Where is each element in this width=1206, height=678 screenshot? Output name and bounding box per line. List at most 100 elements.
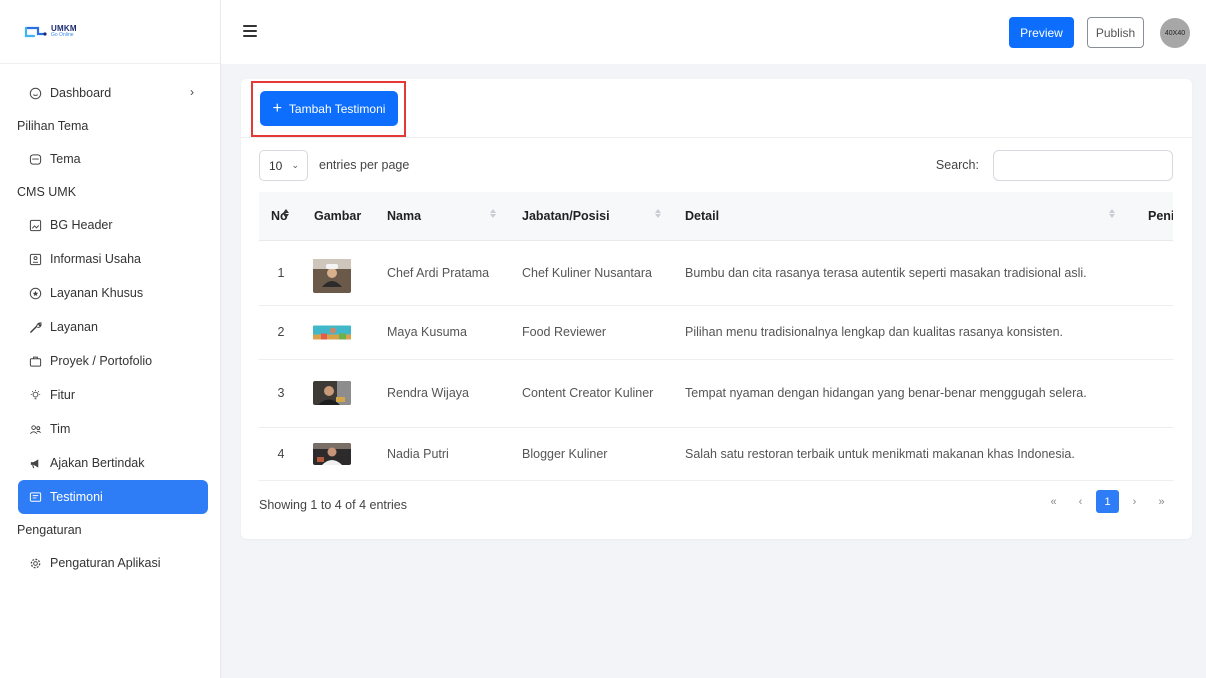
preview-button[interactable]: Preview [1009, 17, 1074, 48]
testimoni-card: + Tambah Testimoni 10 ⌄ entries per page… [241, 79, 1192, 539]
cell-no: 4 [259, 427, 303, 480]
cell-jabatan: Chef Kuliner Nusantara [510, 240, 675, 306]
table-row: 3 Rendra Wijaya Content Creator Kuliner … [259, 359, 1173, 428]
pagination-first-button[interactable]: « [1042, 490, 1065, 513]
sidebar: UMKM Go Online Dashboard › Pilihan Tema … [0, 0, 221, 678]
sidebar-item-label: BG Header [50, 218, 113, 232]
cell-nama: Nadia Putri [376, 427, 510, 480]
sidebar-item-label: Fitur [50, 388, 75, 402]
sidebar-item-tema[interactable]: Tema [18, 142, 208, 176]
testimoni-table: No Gambar Nama Jabatan/Posisi Detail Pen… [259, 192, 1173, 480]
sidebar-item-label: Layanan [50, 320, 98, 334]
pagination-prev-button[interactable]: ‹ [1069, 490, 1092, 513]
sidebar-item-label: Ajakan Bertindak [50, 456, 145, 470]
cell-jabatan: Content Creator Kuliner [510, 359, 675, 428]
sidebar-section-pengaturan: Pengaturan [17, 523, 82, 537]
logo-subtitle: Go Online [51, 32, 74, 38]
column-header-nama[interactable]: Nama [376, 192, 510, 241]
palette-icon [28, 152, 42, 166]
sort-icon [655, 209, 661, 218]
column-header-gambar: Gambar [303, 192, 376, 241]
cell-jabatan: Blogger Kuliner [510, 427, 675, 480]
star-circle-icon [28, 286, 42, 300]
logo[interactable]: UMKM Go Online [0, 0, 220, 64]
cell-detail: Tempat nyaman dengan hidangan yang benar… [675, 359, 1137, 428]
cell-penilaian [1137, 305, 1173, 360]
cell-gambar [303, 359, 376, 428]
pagination: « ‹ 1 › » [1042, 490, 1173, 513]
testimoni-table-wrap: No Gambar Nama Jabatan/Posisi Detail Pen… [259, 192, 1173, 481]
testimoni-photo [313, 325, 351, 339]
pagination-next-button[interactable]: › [1123, 490, 1146, 513]
plus-icon: + [272, 99, 282, 117]
lightbulb-icon [28, 388, 42, 402]
cell-gambar [303, 240, 376, 306]
id-card-icon [28, 252, 42, 266]
cell-penilaian [1137, 359, 1173, 428]
publish-button[interactable]: Publish [1087, 17, 1144, 48]
table-row: 4 Nadia Putri Blogger Kuliner Salah satu… [259, 427, 1173, 480]
tools-icon [28, 320, 42, 334]
table-row: 2 Maya Kusuma Food Reviewer Pilihan menu… [259, 305, 1173, 360]
pagination-page-1[interactable]: 1 [1096, 490, 1119, 513]
cell-detail: Salah satu restoran terbaik untuk menikm… [675, 427, 1137, 480]
sidebar-item-tim[interactable]: Tim [18, 412, 208, 446]
sidebar-section-cms: CMS UMK [17, 185, 77, 199]
sidebar-item-layanan[interactable]: Layanan [18, 310, 208, 344]
table-header-row: No Gambar Nama Jabatan/Posisi Detail Pen [259, 192, 1173, 241]
pagination-last-button[interactable]: » [1150, 490, 1173, 513]
sidebar-item-label: Pengaturan Aplikasi [50, 556, 161, 570]
cell-nama: Rendra Wijaya [376, 359, 510, 428]
sort-icon [1109, 209, 1115, 218]
smile-icon [28, 86, 42, 100]
sidebar-item-pengaturan-aplikasi[interactable]: Pengaturan Aplikasi [18, 546, 208, 580]
search-input[interactable] [993, 150, 1173, 181]
avatar[interactable]: 40X40 [1160, 18, 1190, 48]
table-row: 1 Chef Ardi Pratama Chef Kuliner Nusanta… [259, 240, 1173, 306]
chevron-right-icon: › [190, 85, 194, 99]
top-bar: Preview Publish 40X40 [221, 0, 1206, 64]
megaphone-icon [28, 456, 42, 470]
add-testimoni-label: Tambah Testimoni [288, 101, 386, 116]
column-header-penilaian[interactable]: Penila [1137, 192, 1173, 241]
sidebar-item-label: Tim [50, 422, 71, 436]
sidebar-item-proyek[interactable]: Proyek / Portofolio [18, 344, 208, 378]
sort-icon [283, 209, 289, 218]
sidebar-item-ajakan[interactable]: Ajakan Bertindak [18, 446, 208, 480]
menu-toggle-icon[interactable] [243, 25, 257, 37]
sidebar-item-label: Informasi Usaha [50, 252, 142, 266]
sidebar-item-testimoni[interactable]: Testimoni [18, 480, 208, 514]
entries-per-page-select[interactable]: 10 ⌄ [259, 150, 308, 181]
users-icon [28, 422, 42, 436]
cell-no: 2 [259, 305, 303, 360]
image-icon [28, 218, 42, 232]
sidebar-item-informasi-usaha[interactable]: Informasi Usaha [18, 242, 208, 276]
sidebar-item-fitur[interactable]: Fitur [18, 378, 208, 412]
cell-penilaian [1137, 427, 1173, 480]
add-testimoni-button[interactable]: + Tambah Testimoni [260, 91, 398, 126]
column-header-jabatan[interactable]: Jabatan/Posisi [510, 192, 675, 241]
sidebar-item-bg-header[interactable]: BG Header [18, 208, 208, 242]
card-header: + Tambah Testimoni [241, 79, 1192, 138]
briefcase-icon [28, 354, 42, 368]
sidebar-item-label: Layanan Khusus [50, 286, 144, 300]
cell-no: 1 [259, 240, 303, 306]
message-square-icon [28, 490, 42, 504]
column-header-no[interactable]: No [259, 192, 303, 241]
sidebar-item-dashboard[interactable]: Dashboard › [18, 76, 208, 110]
logo-icon: UMKM Go Online [24, 25, 77, 39]
table-controls: 10 ⌄ entries per page Search: [259, 150, 1173, 181]
cell-gambar [303, 305, 376, 360]
cell-gambar [303, 427, 376, 480]
column-header-detail[interactable]: Detail [675, 192, 1137, 241]
testimoni-photo [313, 443, 351, 465]
testimoni-photo [313, 381, 351, 405]
sidebar-item-label: Proyek / Portofolio [50, 354, 153, 368]
entries-value: 10 [269, 158, 283, 173]
cell-detail: Bumbu dan cita rasanya terasa autentik s… [675, 240, 1137, 306]
sidebar-item-layanan-khusus[interactable]: Layanan Khusus [18, 276, 208, 310]
table-info: Showing 1 to 4 of 4 entries [259, 498, 408, 512]
sidebar-item-label: Testimoni [50, 490, 103, 504]
cell-no: 3 [259, 359, 303, 428]
testimoni-photo [313, 258, 351, 293]
